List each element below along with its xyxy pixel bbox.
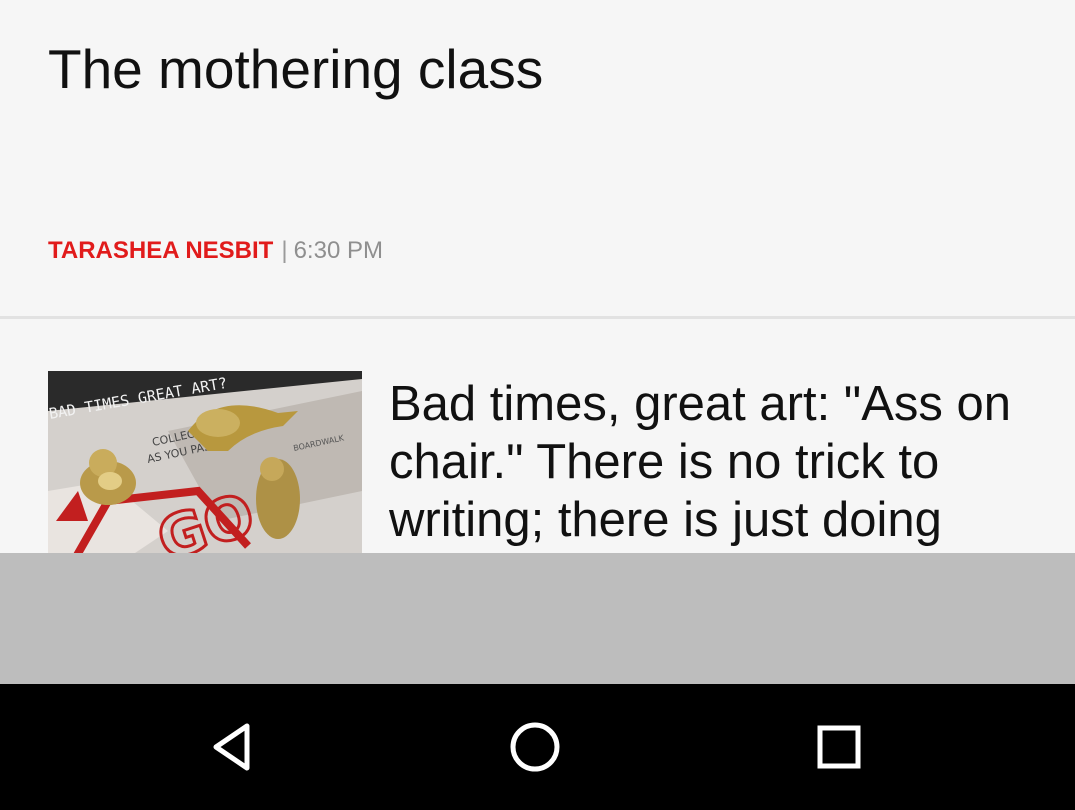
byline-separator: | — [281, 237, 288, 264]
publish-time: 6:30 PM — [293, 237, 383, 264]
related-story-item[interactable]: GO COLLECT AS YOU PASS BOARDWALK BAD TIM… — [0, 319, 1075, 553]
home-circle-icon — [510, 722, 560, 772]
recent-apps-square-icon — [817, 725, 861, 769]
byline: TARASHEA NESBIT | 6:30 PM — [48, 236, 383, 266]
home-button[interactable] — [500, 714, 570, 780]
grey-overlay-band — [0, 553, 1075, 684]
system-navigation-bar — [0, 684, 1075, 810]
article-title[interactable]: The mothering class — [48, 36, 543, 102]
author-name[interactable]: TARASHEA NESBIT — [48, 237, 273, 264]
article-header[interactable]: The mothering class TARASHEA NESBIT | 6:30… — [0, 0, 1075, 317]
story-headline[interactable]: Bad times, great art: "Ass on chair." Th… — [389, 375, 1049, 549]
monopoly-photo: GO COLLECT AS YOU PASS BOARDWALK BAD TIM… — [48, 371, 362, 553]
back-button[interactable] — [198, 714, 268, 780]
screen: The mothering class TARASHEA NESBIT | 6:30… — [0, 0, 1075, 810]
story-thumbnail[interactable]: GO COLLECT AS YOU PASS BOARDWALK BAD TIM… — [48, 371, 362, 553]
back-triangle-icon — [213, 723, 250, 771]
recent-apps-button[interactable] — [804, 714, 874, 780]
